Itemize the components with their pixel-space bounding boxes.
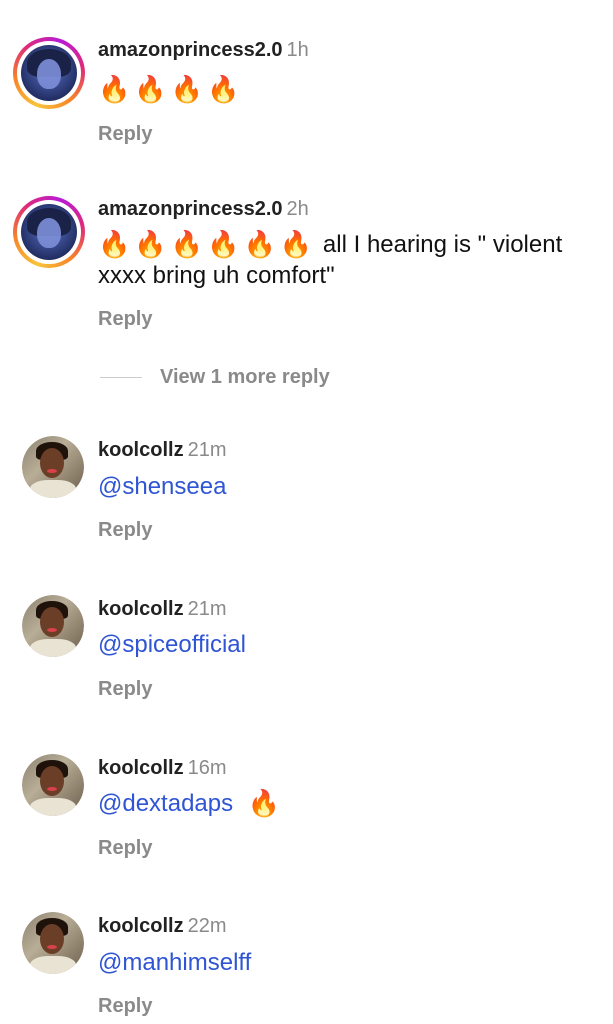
avatar[interactable]	[22, 436, 84, 498]
avatar[interactable]	[22, 912, 84, 974]
comment-header: koolcollz 16m	[98, 756, 226, 780]
mention-link[interactable]: @spiceofficial	[98, 631, 246, 658]
timestamp: 1h	[286, 39, 309, 61]
timestamp: 22m	[187, 915, 227, 937]
divider-line	[100, 377, 142, 378]
reply-button[interactable]: Reply	[98, 836, 152, 860]
fire-icon: 🔥	[170, 75, 204, 105]
username[interactable]: koolcollz	[98, 915, 184, 937]
mention-link[interactable]: @manhimselff	[98, 949, 251, 976]
timestamp: 21m	[187, 439, 227, 461]
fire-icon: 🔥	[279, 230, 313, 260]
comment-header: amazonprincess2.0 2h	[98, 197, 309, 221]
comment-header: amazonprincess2.0 1h	[98, 38, 309, 62]
fire-icon: 🔥	[170, 230, 204, 260]
comment-header: koolcollz 22m	[98, 914, 226, 938]
reply-button[interactable]: Reply	[98, 677, 152, 701]
reply-button[interactable]: Reply	[98, 994, 152, 1018]
username[interactable]: koolcollz	[98, 598, 184, 620]
view-more-replies[interactable]: View 1 more reply	[100, 365, 400, 389]
story-ring-avatar[interactable]	[13, 196, 85, 268]
comment-header: koolcollz 21m	[98, 438, 226, 462]
reply-button[interactable]: Reply	[98, 122, 152, 146]
reply-button[interactable]: Reply	[98, 307, 152, 331]
comment-text: @dextadaps 🔥	[98, 788, 603, 819]
comment-text: 🔥 🔥 🔥 🔥 🔥 🔥 all I hearing is " violent xxxx b…	[98, 229, 603, 291]
fire-icon: 🔥	[134, 75, 167, 105]
comment-text: @shenseea	[98, 471, 603, 502]
timestamp: 16m	[187, 757, 227, 779]
reply-button[interactable]: Reply	[98, 518, 152, 542]
comment-header: koolcollz 21m	[98, 597, 226, 621]
comment-text: 🔥 🔥 🔥 🔥	[98, 74, 603, 105]
fire-icon: 🔥	[98, 75, 131, 105]
mention-link[interactable]: @dextadaps	[98, 790, 233, 817]
username[interactable]: koolcollz	[98, 757, 184, 779]
fire-icon: 🔥	[207, 230, 240, 260]
story-ring-avatar[interactable]	[13, 37, 85, 109]
fire-icon: 🔥	[243, 230, 276, 260]
fire-icon: 🔥	[98, 230, 131, 260]
timestamp: 2h	[286, 198, 309, 220]
fire-icon: 🔥	[134, 230, 167, 260]
view-more-label[interactable]: View 1 more reply	[160, 365, 330, 389]
avatar[interactable]	[22, 754, 84, 816]
username[interactable]: koolcollz	[98, 439, 184, 461]
username[interactable]: amazonprincess2.0	[98, 198, 283, 220]
fire-icon: 🔥	[247, 789, 281, 819]
mention-link[interactable]: @shenseea	[98, 473, 226, 500]
comment-body: all I hearing is " violent xxxx bring uh…	[98, 231, 563, 289]
avatar[interactable]	[22, 595, 84, 657]
username[interactable]: amazonprincess2.0	[98, 39, 283, 61]
comment-text: @manhimselff	[98, 947, 603, 978]
fire-icon: 🔥	[207, 75, 240, 105]
comment-text: @spiceofficial	[98, 629, 603, 660]
timestamp: 21m	[187, 598, 227, 620]
